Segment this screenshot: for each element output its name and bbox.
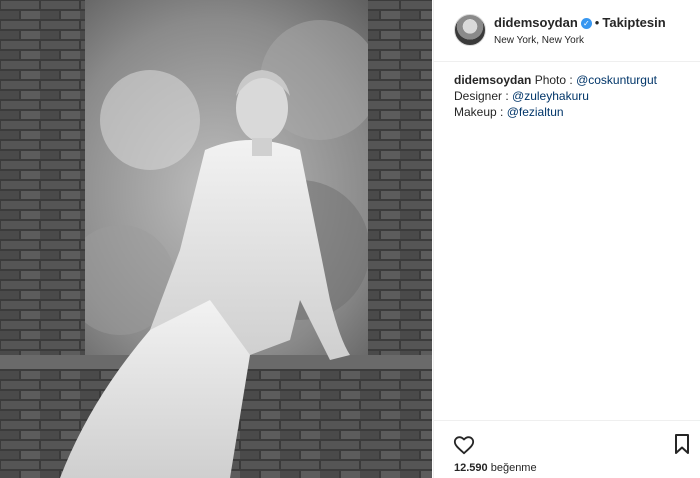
mention-makeup[interactable]: @fezialtun [507, 105, 564, 119]
caption: didemsoydan Photo : @coskunturgut Design… [454, 72, 689, 120]
likes-label: beğenme [490, 462, 537, 474]
heart-icon[interactable] [453, 434, 475, 456]
post-photo-image [0, 0, 432, 478]
post-sidebar: didemsoydan ✓ • Takiptesin New York, New Yo… [433, 0, 700, 478]
username-row: didemsoydan ✓ • Takiptesin [494, 15, 666, 30]
avatar[interactable] [454, 14, 486, 46]
likes-number: 12.590 [454, 462, 488, 474]
caption-photo-prefix: Photo : [534, 73, 577, 87]
caption-makeup-prefix: Makeup : [454, 105, 507, 119]
bookmark-icon[interactable] [674, 434, 690, 454]
caption-username[interactable]: didemsoydan [454, 73, 531, 87]
mention-designer[interactable]: @zuleyhakuru [512, 89, 589, 103]
actions-divider [434, 420, 700, 421]
separator-dot: • [594, 15, 600, 30]
location-link[interactable]: New York, New York [494, 35, 584, 46]
username-link[interactable]: didemsoydan [494, 15, 578, 30]
caption-designer-prefix: Designer : [454, 89, 513, 103]
following-button[interactable]: Takiptesin [602, 15, 665, 30]
likes-count[interactable]: 12.590 beğenme [454, 462, 537, 474]
verified-badge-icon: ✓ [580, 18, 592, 29]
post-photo[interactable] [0, 0, 432, 478]
mention-photographer[interactable]: @coskunturgut [576, 73, 657, 87]
post-header: didemsoydan ✓ • Takiptesin New York, New Yo… [434, 0, 700, 62]
